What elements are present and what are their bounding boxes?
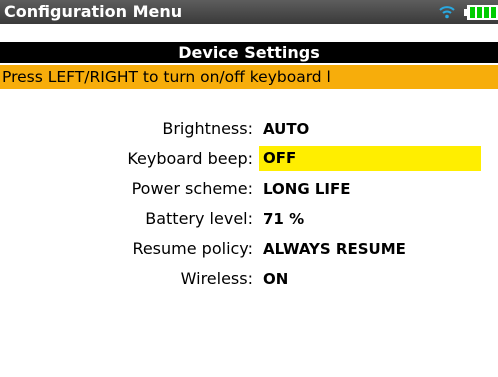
setting-row[interactable]: Resume policy: ALWAYS RESUME (0, 234, 498, 264)
section-header: Device Settings (0, 42, 498, 63)
setting-label: Resume policy: (132, 239, 253, 258)
title-bar: Configuration Menu (0, 0, 498, 24)
setting-row[interactable]: Power scheme: LONG LIFE (0, 174, 498, 204)
setting-value[interactable]: AUTO (263, 114, 309, 144)
setting-label: Brightness: (162, 119, 253, 138)
window-title: Configuration Menu (4, 2, 183, 21)
setting-label: Wireless: (180, 269, 253, 288)
setting-row[interactable]: Keyboard beep: OFF (0, 144, 498, 174)
setting-value[interactable]: 71 % (263, 204, 304, 234)
setting-label: Power scheme: (131, 179, 253, 198)
setting-row[interactable]: Battery level: 71 % (0, 204, 498, 234)
setting-value[interactable]: LONG LIFE (263, 174, 351, 204)
setting-row[interactable]: Brightness: AUTO (0, 114, 498, 144)
hint-bar: Press LEFT/RIGHT to turn on/off keyboard… (0, 65, 498, 89)
battery-icon (464, 5, 498, 20)
setting-label: Keyboard beep: (127, 149, 253, 168)
setting-row[interactable]: Wireless: ON (0, 264, 498, 294)
setting-value[interactable]: ON (263, 264, 288, 294)
setting-label: Battery level: (145, 209, 253, 228)
setting-value[interactable]: ALWAYS RESUME (263, 234, 406, 264)
wifi-icon (439, 6, 455, 19)
setting-value-selected[interactable]: OFF (259, 146, 481, 171)
